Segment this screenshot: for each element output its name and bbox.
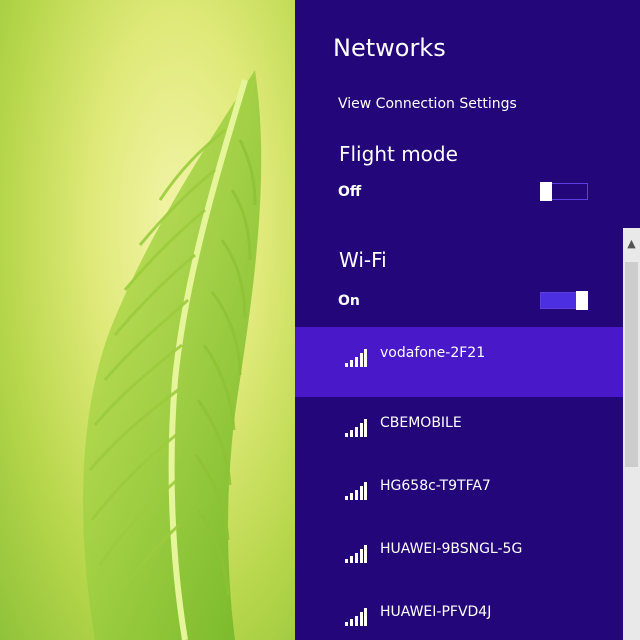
wifi-state: On <box>338 293 360 309</box>
panel-title: Networks <box>333 34 446 62</box>
wifi-signal-icon <box>345 545 367 563</box>
network-list: vodafone-2F21 CBEMOBILE HG658c-T9TFA7 HU… <box>295 327 623 640</box>
network-name: CBEMOBILE <box>380 415 462 431</box>
network-name: HUAWEI-PFVD4J <box>380 604 492 620</box>
leaf-illustration <box>83 70 262 640</box>
network-item-hg658c-t9tfa7[interactable]: HG658c-T9TFA7 <box>295 460 623 523</box>
network-item-huawei-pfvd4j[interactable]: HUAWEI-PFVD4J <box>295 586 623 640</box>
wifi-signal-icon <box>345 419 367 437</box>
desktop-wallpaper <box>0 0 295 640</box>
toggle-thumb <box>540 182 552 201</box>
scrollbar-thumb[interactable] <box>625 262 638 467</box>
network-name: vodafone-2F21 <box>380 345 486 361</box>
wifi-signal-icon <box>345 349 367 367</box>
networks-panel: Networks View Connection Settings Flight… <box>295 0 640 640</box>
flight-mode-state: Off <box>338 184 362 200</box>
network-name: HUAWEI-9BSNGL-5G <box>380 541 523 557</box>
network-item-huawei-9bsngl-5g[interactable]: HUAWEI-9BSNGL-5G <box>295 523 623 586</box>
screen: Networks View Connection Settings Flight… <box>0 0 640 640</box>
wifi-heading: Wi-Fi <box>339 248 387 272</box>
chevron-up-icon[interactable]: ▲ <box>623 228 640 258</box>
network-item-vodafone-2f21[interactable]: vodafone-2F21 <box>295 327 623 397</box>
flight-mode-toggle[interactable] <box>540 182 588 201</box>
wifi-signal-icon <box>345 482 367 500</box>
view-connection-settings-link[interactable]: View Connection Settings <box>338 96 517 112</box>
network-name: HG658c-T9TFA7 <box>380 478 491 494</box>
wifi-toggle[interactable] <box>540 291 588 310</box>
flight-mode-heading: Flight mode <box>339 142 458 166</box>
network-item-cbemobile[interactable]: CBEMOBILE <box>295 397 623 460</box>
wifi-signal-icon <box>345 608 367 626</box>
network-list-scrollbar[interactable]: ▲ <box>623 228 640 640</box>
toggle-thumb <box>576 291 588 310</box>
